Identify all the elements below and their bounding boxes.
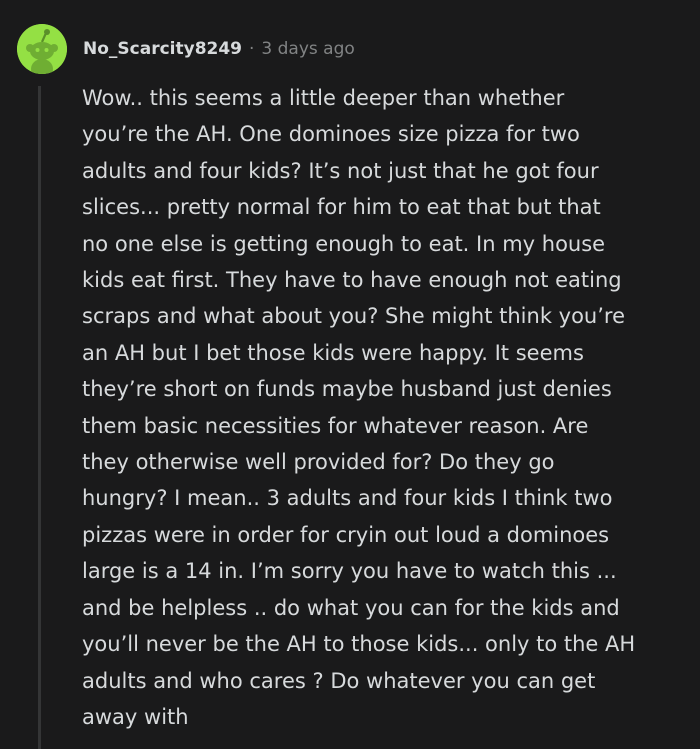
comment-body-line: you’re the AH. One dominoes size pizza f… xyxy=(82,122,580,147)
comment-body-line: slices... pretty normal for him to eat t… xyxy=(82,195,601,220)
comment: No_Scarcity8249 · 3 days ago Wow.. this … xyxy=(0,0,700,749)
comment-body-line: away with xyxy=(82,704,189,729)
comment-body-line: scraps and what about you? She might thi… xyxy=(82,304,626,329)
comment-body-line: large is a 14 in. I’m sorry you have to … xyxy=(82,559,617,584)
comment-body-line: they’re short on funds maybe husband jus… xyxy=(82,377,612,402)
comment-body: Wow.. this seems a little deeper than wh… xyxy=(82,80,682,735)
reddit-snoo-avatar-icon[interactable] xyxy=(17,24,67,74)
comment-body-line: adults and four kids? It’s not just that… xyxy=(82,158,599,183)
comment-body-line: kids eat first. They have to have enough… xyxy=(82,268,622,293)
comment-body-line: Wow.. this seems a little deeper than wh… xyxy=(82,86,565,110)
snoo-icon xyxy=(17,24,67,74)
comment-body-line: you’ll never be the AH to those kids... … xyxy=(82,632,636,657)
comment-body-line: adults and who cares ? Do whatever you c… xyxy=(82,668,596,693)
comment-author[interactable]: No_Scarcity8249 xyxy=(83,39,242,59)
comment-body-line: an AH but I bet those kids were happy. I… xyxy=(82,340,584,365)
comment-body-line: pizzas were in order for cryin out loud … xyxy=(82,522,610,547)
comment-body-line: no one else is getting enough to eat. In… xyxy=(82,231,606,256)
comment-body-line: and be helpless .. do what you can for t… xyxy=(82,595,620,620)
comment-header: No_Scarcity8249 · 3 days ago xyxy=(83,35,355,63)
comment-body-line: hungry? I mean.. 3 adults and four kids … xyxy=(82,486,613,511)
meta-separator: · xyxy=(249,39,255,59)
thread-collapse-line[interactable] xyxy=(38,86,41,749)
comment-timestamp[interactable]: 3 days ago xyxy=(261,39,354,59)
comment-body-line: them basic necessities for whatever reas… xyxy=(82,413,589,438)
comment-body-line: they otherwise well provided for? Do the… xyxy=(82,450,555,475)
